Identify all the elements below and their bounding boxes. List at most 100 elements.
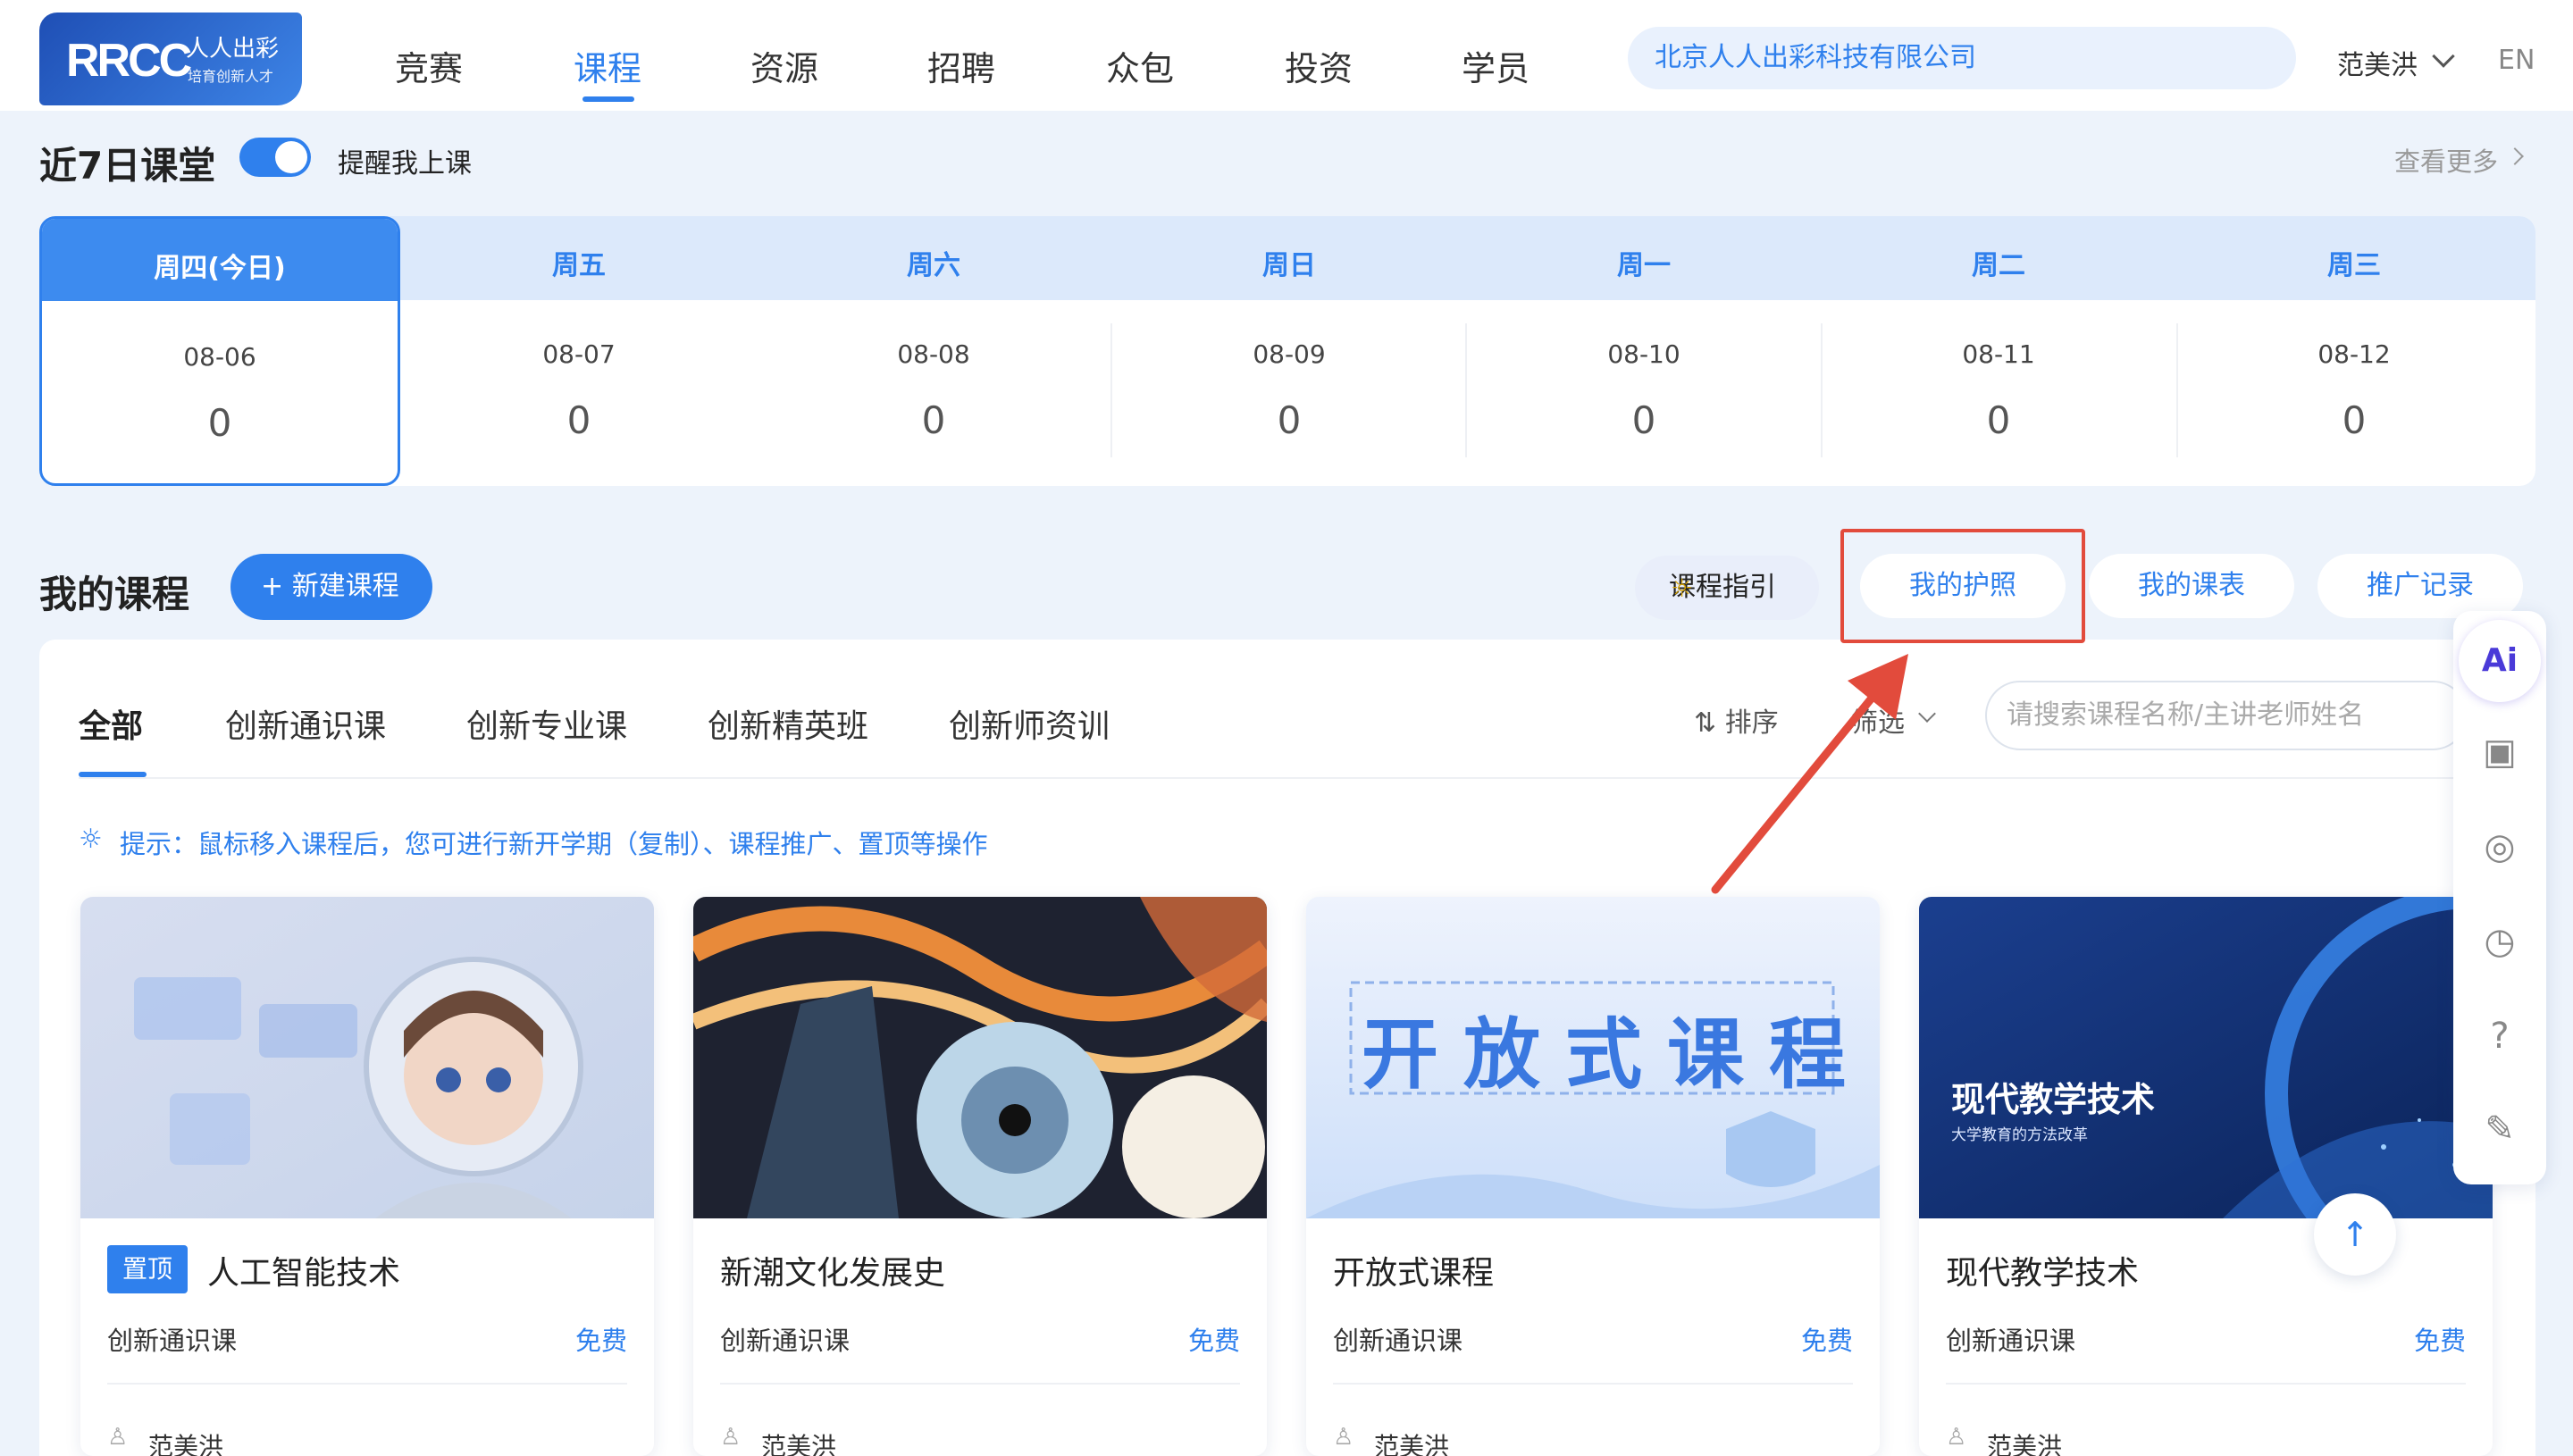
day-label[interactable]: 周日 [1200, 243, 1379, 282]
teacher-icon: ♙ [1333, 1424, 1354, 1451]
day-label[interactable]: 周三 [2265, 243, 2443, 282]
my-schedule-button[interactable]: 我的课表 [2089, 554, 2294, 618]
nav-competition[interactable]: 竞赛 [395, 41, 463, 90]
day-divider [1821, 323, 1823, 457]
nav-crowdsourcing[interactable]: 众包 [1106, 41, 1174, 90]
today-label: 周四(今日) [154, 253, 286, 284]
course-teacher: 范美洪 [148, 1432, 224, 1456]
nav-active-indicator [582, 96, 634, 102]
lightbulb-icon: ☼ [1671, 573, 1694, 603]
promotion-records-button[interactable]: 推广记录 [2317, 554, 2523, 618]
card-divider [107, 1383, 627, 1385]
card-divider [720, 1383, 1240, 1385]
annotation-arrow-icon [1711, 654, 1908, 894]
lightbulb-icon: ☼ [79, 824, 103, 855]
course-card[interactable]: 新潮文化发展史 创新通识课 免费 ♙ 范美洪 [693, 897, 1267, 1456]
tab-teacher-training[interactable]: 创新师资训 [949, 700, 1110, 747]
day-label[interactable]: 周六 [844, 243, 1023, 282]
course-price: 免费 [1187, 1326, 1240, 1356]
day-date: 08-11 [1962, 339, 2035, 369]
new-course-button[interactable]: + 新建课程 [230, 554, 432, 620]
course-teacher: 范美洪 [761, 1432, 837, 1456]
tab-active-indicator [79, 772, 147, 777]
organization-selector[interactable]: 北京人人出彩科技有限公司 [1628, 27, 2296, 89]
day-class-count: 0 [1986, 398, 2011, 442]
nav-resources[interactable]: 资源 [750, 41, 818, 90]
course-category: 创新通识课 [720, 1326, 851, 1356]
teacher-icon: ♙ [107, 1424, 129, 1451]
edit-icon[interactable]: ✎ [2473, 1102, 2527, 1156]
course-price: 免费 [2413, 1326, 2466, 1356]
plus-icon: + [261, 571, 284, 602]
day-date: 08-10 [1607, 339, 1680, 369]
teacher-icon: ♙ [1946, 1424, 1967, 1451]
nav-courses[interactable]: 课程 [574, 41, 641, 90]
course-category: 创新通识课 [107, 1326, 238, 1356]
tab-general[interactable]: 创新通识课 [225, 700, 386, 747]
course-card[interactable]: 开放式课程 开放式课程 创新通识课 免费 ♙ 范美洪 [1306, 897, 1880, 1456]
day-class-count: 0 [2342, 398, 2367, 442]
day-date: 08-12 [2317, 339, 2391, 369]
course-card[interactable]: 置顶 人工智能技术 创新通识课 免费 ♙ 范美洪 [80, 897, 654, 1456]
course-title[interactable]: 开放式课程 [1333, 1247, 1494, 1293]
cover-title: 开放式课程 [1362, 1010, 1871, 1100]
day-date: 08-09 [1253, 339, 1326, 369]
chat-icon[interactable]: ◎ [2473, 820, 2527, 874]
pinned-badge: 置顶 [107, 1245, 188, 1293]
tab-elite[interactable]: 创新精英班 [708, 700, 868, 747]
day-label[interactable]: 周五 [490, 243, 668, 282]
card-divider [1333, 1383, 1853, 1385]
nav-investment[interactable]: 投资 [1285, 41, 1353, 90]
day-class-count: 0 [566, 398, 591, 442]
nav-recruitment[interactable]: 招聘 [927, 41, 995, 90]
day-class-count: 0 [921, 398, 946, 442]
operation-hint: 提示：鼠标移入课程后，您可进行新开学期（复制）、课程推广、置顶等操作 [120, 829, 988, 859]
course-guide-button[interactable]: 课程指引 [1635, 556, 1819, 620]
user-menu[interactable]: 范美洪 [2337, 43, 2418, 82]
course-title[interactable]: 现代教学技术 [1946, 1247, 2139, 1293]
nav-students[interactable]: 学员 [1462, 41, 1530, 90]
annotation-highlight-box [1840, 529, 2085, 643]
teacher-icon: ♙ [720, 1424, 742, 1451]
course-category: 创新通识课 [1946, 1326, 2076, 1356]
id-card-icon[interactable]: ▣ [2473, 725, 2527, 779]
course-teacher: 范美洪 [1987, 1432, 2063, 1456]
day-class-count: 0 [1277, 398, 1302, 442]
course-card[interactable]: 现代教学技术 大学教育的方法改革 现代教学技术 创新通识课 免费 ♙ 范美洪 [1919, 897, 2493, 1456]
course-cover-image [693, 897, 1267, 1218]
course-cover-image [80, 897, 654, 1218]
day-date: 08-07 [542, 339, 616, 369]
brand-logo[interactable]: RRCC 人人出彩 培育创新人才 [39, 13, 302, 105]
my-courses-title: 我的课程 [39, 573, 190, 616]
day-date: 08-08 [897, 339, 970, 369]
course-search-input[interactable]: 请搜索课程名称/主讲老师姓名 [1985, 681, 2468, 750]
today-date: 08-06 [183, 342, 256, 372]
chevron-right-icon[interactable] [2506, 147, 2524, 165]
help-icon[interactable]: ? [2473, 1009, 2527, 1063]
course-cover-image [1919, 897, 2493, 1218]
course-category: 创新通识课 [1333, 1326, 1463, 1356]
day-divider [2176, 323, 2178, 457]
ai-icon[interactable]: Ai [2459, 620, 2541, 702]
today-card[interactable]: 周四(今日) 08-06 0 [39, 216, 400, 486]
timer-icon[interactable]: ◷ [2473, 915, 2527, 968]
tab-divider [79, 777, 2455, 779]
language-switch[interactable]: EN [2498, 45, 2535, 76]
day-divider [1465, 323, 1467, 457]
remind-toggle-label: 提醒我上课 [338, 148, 472, 180]
back-to-top-icon[interactable]: ↑ [2314, 1193, 2396, 1276]
day-label[interactable]: 周二 [1909, 243, 2088, 282]
tab-all[interactable]: 全部 [79, 700, 143, 747]
course-teacher: 范美洪 [1374, 1432, 1450, 1456]
course-title[interactable]: 人工智能技术 [207, 1247, 400, 1293]
day-label[interactable]: 周一 [1555, 243, 1733, 282]
course-title[interactable]: 新潮文化发展史 [720, 1247, 945, 1293]
day-divider [1110, 323, 1112, 457]
course-price: 免费 [574, 1326, 627, 1356]
toggle-knob[interactable] [275, 141, 307, 173]
view-more-link[interactable]: 查看更多 [2394, 141, 2498, 179]
logo-slogan: 培育创新人才 [188, 68, 274, 85]
day-class-count: 0 [1631, 398, 1656, 442]
cover-subtitle: 大学教育的方法改革 [1951, 1126, 2088, 1144]
tab-professional[interactable]: 创新专业课 [466, 700, 627, 747]
